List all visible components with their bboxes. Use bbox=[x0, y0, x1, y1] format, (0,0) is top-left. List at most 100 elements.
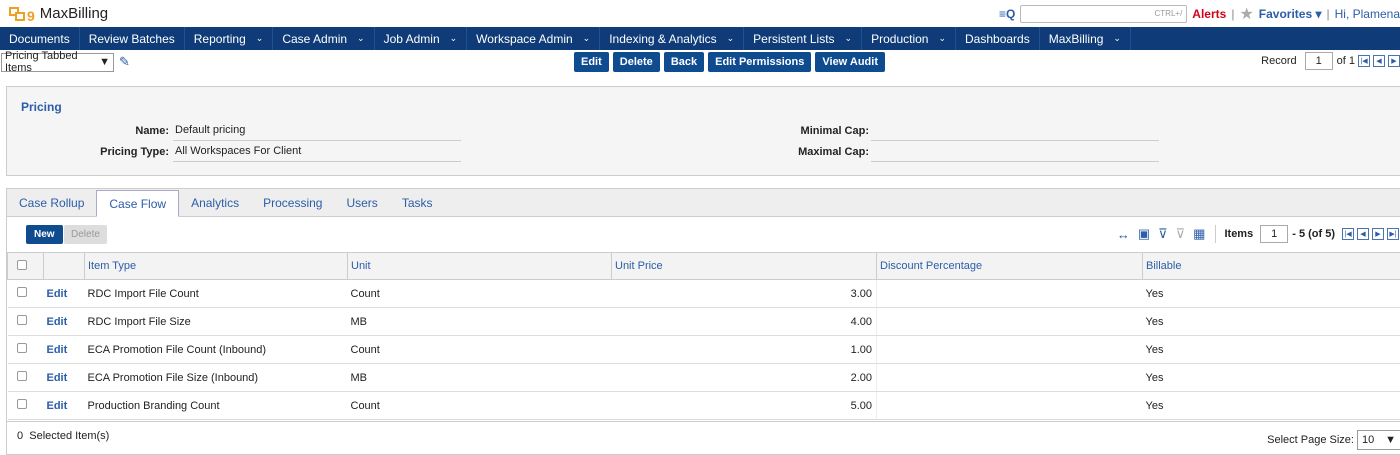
pricing-panel: Pricing Name: Default pricing Pricing Ty… bbox=[6, 86, 1400, 176]
view-select[interactable]: Pricing Tabbed Items ▼ bbox=[1, 50, 114, 74]
favorites-menu[interactable]: Favorites ▾ bbox=[1259, 7, 1322, 21]
edit-link[interactable]: Edit bbox=[47, 288, 68, 300]
row-select-cell[interactable] bbox=[7, 335, 44, 364]
excel-export-icon[interactable]: ▣ bbox=[1138, 226, 1150, 242]
edit-permissions-button[interactable]: Edit Permissions bbox=[708, 52, 812, 72]
tab-processing[interactable]: Processing bbox=[251, 189, 334, 216]
edit-cell[interactable]: Edit bbox=[43, 307, 85, 336]
next-page-icon[interactable]: ▶ bbox=[1372, 228, 1384, 240]
items-range: - 5 (of 5) bbox=[1292, 228, 1335, 240]
nav-item-label: Dashboards bbox=[965, 31, 1030, 46]
row-checkbox[interactable] bbox=[16, 343, 27, 353]
table-row[interactable]: Edit RDC Import File Size MB 4.00 Yes bbox=[7, 307, 1400, 336]
first-record-icon[interactable]: |◀ bbox=[1358, 55, 1370, 67]
nav-item-label: Production bbox=[871, 31, 929, 46]
nav-item-review-batches[interactable]: Review Batches bbox=[80, 27, 185, 50]
chevron-down-icon: ⌄ bbox=[449, 33, 458, 43]
nav-item-persistent-lists[interactable]: Persistent Lists ⌄ bbox=[744, 27, 863, 50]
edit-cell[interactable]: Edit bbox=[43, 391, 85, 420]
table-row[interactable]: Edit Production Branding Count Count 5.00 Ye… bbox=[7, 391, 1400, 420]
nav-item-production[interactable]: Production ⌄ bbox=[862, 27, 957, 50]
page-size-select[interactable]: 10 ▼ bbox=[1357, 430, 1400, 450]
edit-cell[interactable]: Edit bbox=[43, 279, 85, 308]
edit-link[interactable]: Edit bbox=[47, 400, 68, 412]
row-checkbox[interactable] bbox=[16, 399, 27, 409]
column-header[interactable]: Unit bbox=[347, 252, 612, 280]
tab-case-rollup[interactable]: Case Rollup bbox=[7, 189, 96, 216]
nav-item-documents[interactable]: Documents bbox=[0, 27, 80, 50]
row-checkbox[interactable] bbox=[16, 315, 27, 325]
pricing-type-label: Pricing Type: bbox=[100, 146, 169, 158]
alerts-link[interactable]: Alerts bbox=[1192, 7, 1226, 21]
edit-view-icon[interactable]: ✎ bbox=[119, 54, 130, 70]
row-select-cell[interactable] bbox=[7, 363, 44, 392]
row-select-cell[interactable] bbox=[7, 307, 44, 336]
edit-link[interactable]: Edit bbox=[47, 316, 68, 328]
tab-tasks[interactable]: Tasks bbox=[390, 189, 445, 216]
delete-button[interactable]: Delete bbox=[64, 225, 107, 244]
columns-grid-icon[interactable]: ▦ bbox=[1193, 226, 1205, 242]
filter-icon[interactable]: ⊽ bbox=[1158, 226, 1168, 242]
view-audit-button[interactable]: View Audit bbox=[815, 52, 885, 72]
items-page-input[interactable]: 1 bbox=[1260, 225, 1289, 243]
star-icon[interactable]: ★ bbox=[1239, 4, 1253, 24]
dropdown-arrow-icon: ▼ bbox=[99, 56, 110, 68]
column-header[interactable]: Unit Price bbox=[611, 252, 877, 280]
column-header[interactable]: Billable bbox=[1142, 252, 1400, 280]
user-menu[interactable]: Hi, Plamena bbox=[1335, 7, 1400, 21]
back-button[interactable]: Back bbox=[663, 52, 705, 72]
edit-link[interactable]: Edit bbox=[47, 344, 68, 356]
nav-item-case-admin[interactable]: Case Admin ⌄ bbox=[273, 27, 375, 50]
column-header[interactable]: Item Type bbox=[84, 252, 348, 280]
tab-bar: Case Rollup Case Flow Analytics Processing U… bbox=[7, 189, 1400, 217]
edit-cell[interactable]: Edit bbox=[43, 335, 85, 364]
select-all-checkbox[interactable] bbox=[17, 259, 27, 270]
tab-case-flow[interactable]: Case Flow bbox=[96, 190, 180, 217]
next-record-icon[interactable]: ▶ bbox=[1388, 55, 1400, 67]
record-of: of 1 bbox=[1336, 55, 1355, 67]
nav-item-job-admin[interactable]: Job Admin ⌄ bbox=[375, 27, 468, 50]
tab-users[interactable]: Users bbox=[334, 189, 389, 216]
prev-page-icon[interactable]: ◀ bbox=[1357, 228, 1369, 240]
nav-item-workspace-admin[interactable]: Workspace Admin ⌄ bbox=[467, 27, 601, 50]
search-input[interactable]: CTRL+/ bbox=[1020, 4, 1188, 23]
clear-filter-icon[interactable]: ⊽ bbox=[1176, 226, 1186, 242]
edit-button[interactable]: Edit bbox=[574, 52, 609, 72]
row-checkbox[interactable] bbox=[16, 287, 27, 297]
unit-price-cell: 1.00 bbox=[611, 335, 877, 364]
edit-link[interactable]: Edit bbox=[47, 372, 68, 384]
column-header[interactable]: Discount Percentage bbox=[876, 252, 1143, 280]
nav-item-maxbilling[interactable]: MaxBilling ⌄ bbox=[1040, 27, 1131, 50]
first-page-icon[interactable]: |◀ bbox=[1342, 228, 1354, 240]
discount-cell bbox=[876, 335, 1143, 364]
fit-columns-icon[interactable]: ↔ bbox=[1117, 227, 1130, 242]
row-select-cell[interactable] bbox=[7, 279, 44, 308]
edit-cell[interactable]: Edit bbox=[43, 363, 85, 392]
name-value: Default pricing bbox=[173, 124, 461, 141]
nav-item-label: Job Admin bbox=[383, 31, 440, 46]
prev-record-icon[interactable]: ◀ bbox=[1373, 55, 1385, 67]
delete-button[interactable]: Delete bbox=[612, 52, 660, 72]
nav-item-reporting[interactable]: Reporting ⌄ bbox=[185, 27, 274, 50]
app-logo[interactable]: 9 MaxBilling bbox=[0, 4, 108, 24]
table-row[interactable]: Edit RDC Import File Count Count 3.00 Yes bbox=[7, 279, 1400, 308]
panel-title: Pricing bbox=[21, 100, 62, 114]
select-all-header[interactable] bbox=[7, 252, 44, 280]
table-row[interactable]: Edit ECA Promotion File Count (Inbound) Co… bbox=[7, 335, 1400, 364]
search-icon[interactable]: ≡Q bbox=[999, 7, 1015, 21]
row-checkbox[interactable] bbox=[16, 371, 27, 381]
item-type-cell: Production Branding Count bbox=[84, 391, 348, 420]
minimal-cap-label: Minimal Cap: bbox=[800, 125, 869, 137]
table-row[interactable]: Edit ECA Promotion File Size (Inbound) MB 2… bbox=[7, 363, 1400, 392]
nav-item-dashboards[interactable]: Dashboards bbox=[956, 27, 1040, 50]
discount-cell bbox=[876, 363, 1143, 392]
page-size-label: Select Page Size: bbox=[1267, 434, 1354, 446]
new-button[interactable]: New bbox=[26, 225, 63, 244]
nav-item-indexing-analytics[interactable]: Indexing & Analytics ⌄ bbox=[600, 27, 745, 50]
record-input[interactable]: 1 bbox=[1304, 52, 1333, 70]
row-select-cell[interactable] bbox=[7, 391, 44, 420]
last-page-icon[interactable]: ▶| bbox=[1387, 228, 1399, 240]
tab-analytics[interactable]: Analytics bbox=[179, 189, 251, 216]
nav-item-label: Workspace Admin bbox=[476, 31, 573, 46]
billable-cell: Yes bbox=[1142, 391, 1400, 420]
